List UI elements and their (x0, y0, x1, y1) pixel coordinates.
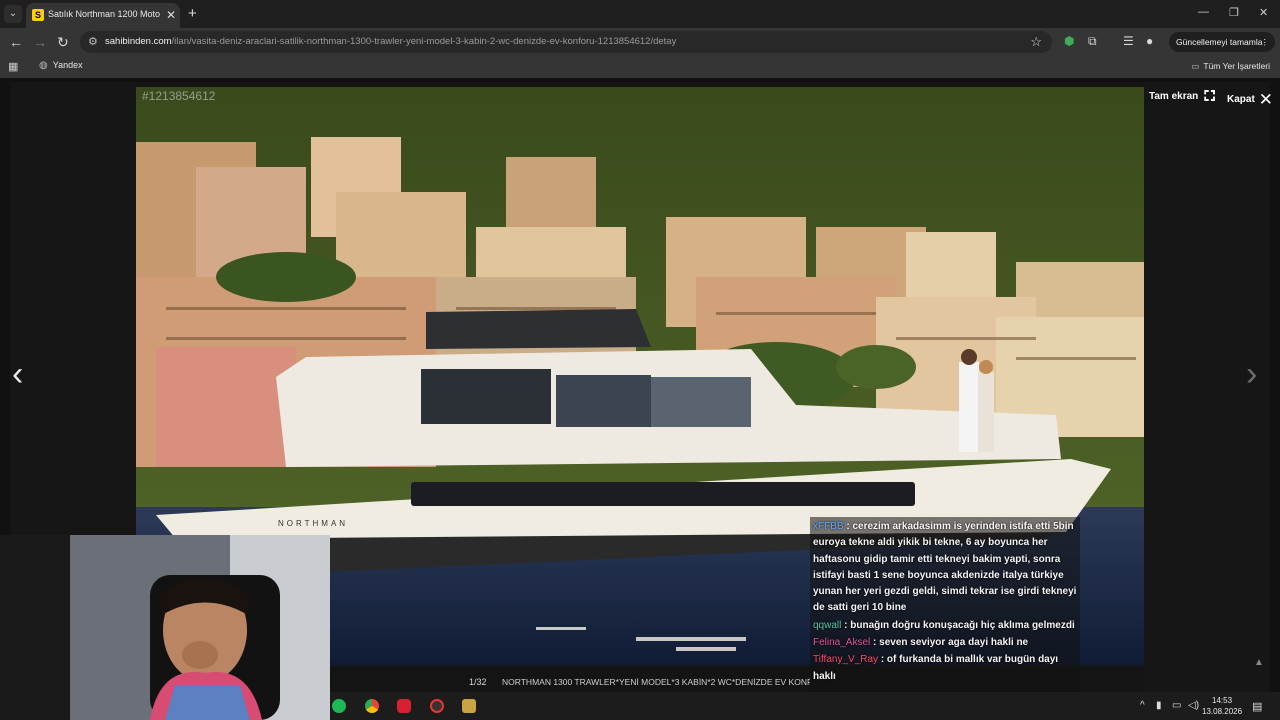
address-bar[interactable]: ⚙ sahibinden.com/ilan/vasita-deniz-aracl… (80, 31, 1052, 53)
volume-icon[interactable]: ◁) (1188, 700, 1199, 711)
chat-overlay: xFFBB : cerezim arkadasimm is yerinden i… (810, 517, 1080, 720)
reload-icon[interactable]: ↻ (57, 34, 69, 51)
chat-username: Felina_Aksel (813, 637, 871, 649)
chat-message: qqwall : bunağın doğru konuşacağı hiç ak… (813, 619, 1075, 631)
expand-icon (1204, 90, 1216, 101)
site-favicon-icon: S (32, 9, 44, 21)
browser-toolbar: ← → ↻ ⚙ sahibinden.com/ilan/vasita-deniz… (0, 28, 1280, 56)
extension-shield-icon[interactable]: ⬢ (1064, 34, 1074, 48)
globe-icon: ◍ (39, 60, 48, 71)
webcam-overlay (0, 535, 330, 720)
clock-date: 13.08.2026 (1202, 707, 1243, 716)
maximize-icon[interactable]: ❐ (1229, 6, 1239, 19)
chat-message: Felina_Aksel : seven seviyor aga dayi ha… (813, 637, 1029, 649)
scroll-up-icon[interactable]: ▲ (1254, 657, 1264, 668)
photo-caption: NORTHMAN 1300 TRAWLER*YENİ MODEL*3 KABİN… (502, 677, 810, 687)
bookmark-star-icon[interactable]: ☆ (1030, 34, 1042, 50)
chat-username: qqwall (813, 619, 842, 631)
system-clock[interactable]: 14:53 13.08.2026 (1202, 695, 1242, 717)
chat-username: Tiffany_V_Ray (813, 654, 879, 666)
update-button[interactable]: Güncellemeyi tamamla ⋮ (1169, 32, 1275, 52)
next-photo-chevron-right-icon[interactable]: › (1246, 355, 1257, 394)
close-gallery-button[interactable]: Kapat ✕ (1227, 90, 1273, 110)
app-red-icon[interactable] (397, 699, 411, 713)
photo-counter: 1/32 (469, 677, 487, 687)
kebab-menu-icon[interactable]: ⋮ (1261, 32, 1270, 52)
chat-message: Tiffany_V_Ray : of furkanda bi mallık va… (813, 654, 1059, 682)
tab-title: Satılık Northman 1200 Motoryat (48, 9, 160, 19)
reading-list-icon[interactable]: ☰ (1123, 34, 1134, 48)
boat-brand-text: NORTHMAN (278, 519, 348, 528)
window-close-icon[interactable]: ✕ (1259, 6, 1268, 19)
listing-id: #1213854612 (142, 89, 216, 103)
notification-icon[interactable]: ▤ (1252, 700, 1262, 713)
tab-strip: ⌄ S Satılık Northman 1200 Motoryat ✕ + —… (0, 0, 1280, 28)
obs-icon[interactable] (430, 699, 444, 713)
fullscreen-button[interactable]: Tam ekran (1149, 90, 1216, 102)
tray-chevron-up-icon[interactable]: ^ (1140, 700, 1145, 711)
bookmark-yandex[interactable]: ◍ Yandex (39, 60, 83, 71)
prev-photo-chevron-left-icon[interactable]: ‹ (12, 355, 23, 394)
boat-brand-mark: NORTHMAN (278, 519, 348, 528)
site-info-icon[interactable]: ⚙ (88, 35, 98, 48)
chat-message: xFFBB : cerezim arkadasimm is yerinden i… (813, 521, 1077, 614)
minimize-icon[interactable]: — (1198, 6, 1209, 18)
forward-arrow-icon[interactable]: → (33, 34, 47, 50)
network-icon[interactable]: ▭ (1172, 700, 1181, 711)
close-icon: ✕ (1258, 90, 1274, 109)
microphone-icon[interactable]: ▮ (1156, 700, 1162, 711)
chevron-down-icon: ⌄ (8, 8, 18, 19)
new-tab-plus-icon[interactable]: + (188, 5, 197, 22)
active-tab[interactable]: S Satılık Northman 1200 Motoryat ✕ (26, 3, 180, 28)
league-client-icon[interactable] (462, 699, 476, 713)
apps-grid-icon[interactable]: ▦ (8, 60, 18, 73)
clock-time: 14:53 (1212, 696, 1233, 705)
tab-close-icon[interactable]: ✕ (166, 8, 176, 22)
back-arrow-icon[interactable]: ← (9, 34, 23, 50)
spotify-icon[interactable] (332, 699, 346, 713)
extensions-puzzle-icon[interactable]: ⧉ (1088, 34, 1097, 49)
chat-username: xFFBB (813, 521, 844, 532)
profile-avatar-icon[interactable]: ● (1146, 34, 1153, 48)
chrome-icon[interactable] (365, 699, 379, 713)
bookmarks-bar: ▦ ◍ Yandex ▭ Tüm Yer İşaretleri (0, 56, 1280, 78)
folder-icon: ▭ (1191, 61, 1200, 71)
tab-search-button[interactable]: ⌄ (4, 5, 22, 23)
all-bookmarks[interactable]: ▭ Tüm Yer İşaretleri (1191, 61, 1270, 72)
url-text: sahibinden.com/ilan/vasita-deniz-araclar… (105, 36, 677, 47)
